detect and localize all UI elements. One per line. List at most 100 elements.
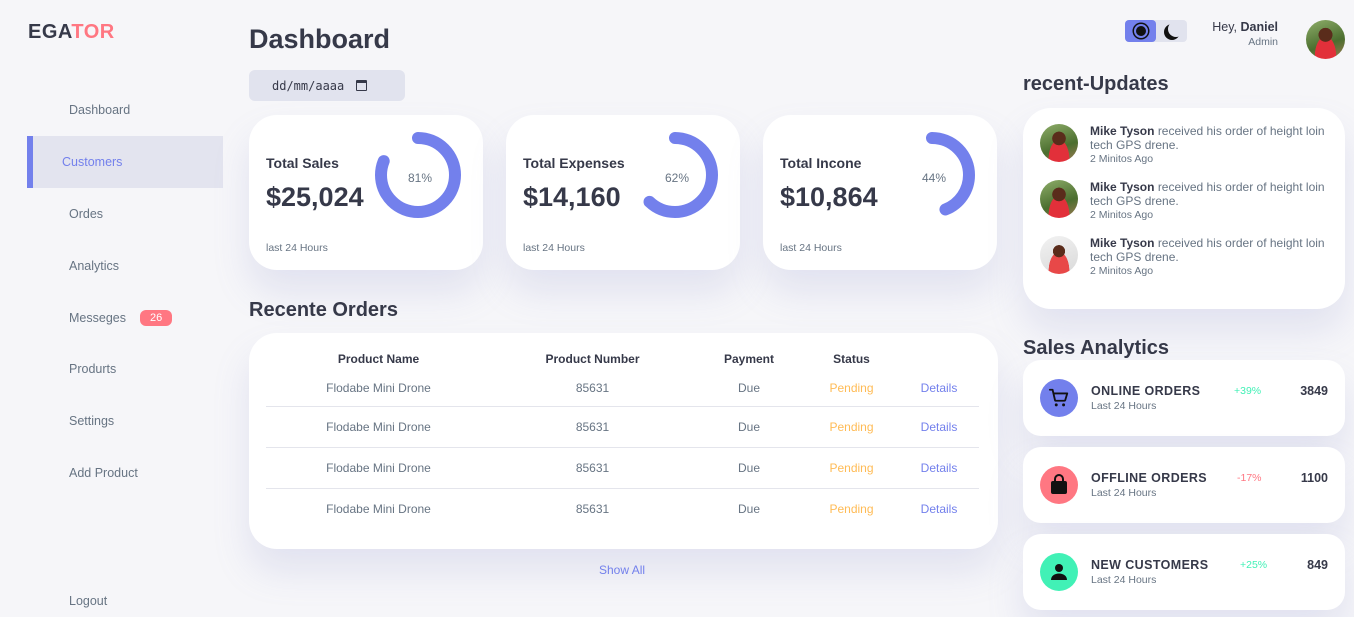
cell-payment: Due: [694, 406, 804, 448]
cell-product-number: 85631: [575, 501, 610, 516]
sidebar-item-label: Logout: [69, 594, 108, 608]
greeting-text: Hey,: [1212, 20, 1237, 34]
cell-product-number: 85631: [491, 447, 694, 489]
recent-orders-table-card: Product Name Product Number Payment Stat…: [249, 333, 998, 549]
sidebar-item-label: Add Product: [69, 466, 138, 480]
brand-logo: EGATOR: [28, 21, 115, 44]
update-item: Mike Tyson received his order of height …: [1040, 236, 1330, 277]
logo-text-part2: TOR: [71, 21, 115, 43]
analytic-value: 1100: [1300, 471, 1328, 485]
dark-mode-toggle[interactable]: [1156, 20, 1187, 42]
shopping-bag-icon: [1051, 474, 1067, 494]
greeting: Hey, Daniel: [1212, 20, 1278, 34]
analytic-period: Last 24 Hours: [1091, 400, 1157, 412]
recent-updates-card: Mike Tyson received his order of height …: [1023, 108, 1345, 309]
user-role: Admin: [1248, 36, 1278, 48]
calendar-icon[interactable]: [356, 80, 368, 91]
sidebar-item-settings[interactable]: Settings: [27, 395, 223, 447]
cell-payment: Due: [694, 371, 804, 407]
sidebar-item-label: Dashboard: [69, 103, 131, 117]
details-link[interactable]: Details: [899, 488, 979, 529]
sidebar-item-dashboard[interactable]: Dashboard: [27, 84, 223, 136]
card-period: last 24 Hours: [266, 242, 328, 254]
table-header-row: Product Name Product Number Payment Stat…: [266, 347, 979, 371]
sidebar-item-add-product[interactable]: Add Product: [27, 447, 223, 499]
online-orders-card: ONLINE ORDERS Last 24 Hours +39% 3849: [1023, 360, 1345, 436]
table-row: Flodabe Mini Drone 85631 Due Pending Det…: [266, 371, 979, 407]
card-title: Total Incone: [780, 155, 862, 171]
card-period: last 24 Hours: [780, 242, 842, 254]
cell-status: Pending: [804, 447, 899, 489]
profile-avatar[interactable]: [1306, 20, 1345, 59]
cell-status: Pending: [804, 371, 899, 407]
date-placeholder: dd/mm/aaaa: [272, 78, 345, 93]
analytic-change: -17%: [1237, 472, 1262, 484]
update-time: 2 Minitos Ago: [1090, 153, 1154, 165]
table-row: Flodabe Mini Drone 85631 Due Pending Det…: [266, 488, 979, 529]
orders-table: Product Name Product Number Payment Stat…: [266, 347, 979, 529]
sun-icon: [1135, 26, 1146, 36]
sidebar-item-label: Analytics: [69, 259, 120, 273]
column-header-payment: Payment: [723, 352, 775, 366]
column-header-product-number: Product Number: [545, 352, 640, 366]
new-customers-card: NEW CUSTOMERS Last 24 Hours +25% 849: [1023, 534, 1345, 610]
sidebar-item-label: Produrts: [69, 362, 117, 376]
sidebar-item-customers[interactable]: Customers: [27, 136, 223, 188]
update-time: 2 Minitos Ago: [1090, 209, 1154, 221]
date-input[interactable]: dd/mm/aaaa: [249, 70, 405, 101]
update-avatar: [1040, 236, 1078, 274]
sidebar-item-messages[interactable]: Messeges 26: [27, 292, 223, 344]
person-icon: [1051, 564, 1067, 580]
table-row: Flodabe Mini Drone 85631 Due Pending Det…: [266, 447, 979, 489]
card-amount: $14,160: [523, 182, 621, 212]
total-expenses-card: Total Expenses $14,160 62% last 24 Hours: [506, 115, 740, 270]
card-percent: 81%: [408, 171, 433, 185]
light-mode-toggle[interactable]: [1125, 20, 1156, 42]
shopping-bag-icon-circle: [1040, 466, 1078, 504]
update-item: Mike Tyson received his order of height …: [1040, 180, 1330, 221]
details-link[interactable]: Details: [899, 447, 979, 489]
cell-product-name: Flodabe Mini Drone: [266, 447, 491, 489]
cell-product-name: Flodabe Mini Drone: [326, 501, 431, 516]
update-text: Mike Tyson received his order of height …: [1090, 180, 1330, 208]
update-item: Mike Tyson received his order of height …: [1040, 124, 1330, 165]
sidebar-item-logout[interactable]: Logout: [27, 575, 223, 617]
sidebar-item-label: Ordes: [69, 207, 104, 221]
cell-payment: Due: [694, 447, 804, 489]
card-period: last 24 Hours: [523, 242, 585, 254]
update-time: 2 Minitos Ago: [1090, 265, 1154, 277]
card-title: Total Sales: [266, 155, 339, 171]
card-amount: $25,024: [266, 182, 364, 212]
cell-product-name: Flodabe Mini Drone: [266, 371, 491, 407]
update-user-name: Mike Tyson: [1090, 124, 1155, 138]
analytic-title: NEW CUSTOMERS: [1091, 558, 1209, 572]
sidebar-item-orders[interactable]: Ordes: [27, 188, 223, 240]
message-count-badge: 26: [139, 310, 173, 326]
theme-toggle[interactable]: [1125, 20, 1187, 42]
analytic-change: +25%: [1240, 559, 1268, 571]
details-link[interactable]: Details: [899, 406, 979, 448]
sidebar-item-products[interactable]: Produrts: [27, 343, 223, 395]
column-header-status: Status: [833, 352, 870, 366]
cart-icon-circle: [1040, 379, 1078, 417]
column-header-product-name: Product Name: [337, 352, 420, 366]
recent-orders-title: Recente Orders: [249, 299, 398, 321]
sidebar-item-label: Customers: [62, 155, 123, 169]
sidebar-item-label: Messeges: [69, 311, 126, 325]
user-name: Daniel: [1240, 20, 1278, 34]
card-percent: 44%: [922, 171, 947, 185]
table-row: Flodabe Mini Drone 85631 Due Pending Det…: [266, 406, 979, 448]
sales-analytics-title: Sales Analytics: [1023, 337, 1170, 359]
sidebar-item-analytics[interactable]: Analytics: [27, 240, 223, 292]
show-all-link[interactable]: Show All: [599, 563, 645, 577]
update-text: Mike Tyson received his order of height …: [1090, 236, 1330, 264]
details-link[interactable]: Details: [899, 371, 979, 407]
cell-status: Pending: [829, 501, 874, 516]
analytic-change: +39%: [1234, 385, 1262, 397]
update-user-name: Mike Tyson: [1090, 236, 1155, 250]
update-user-name: Mike Tyson: [1090, 180, 1155, 194]
analytic-period: Last 24 Hours: [1091, 574, 1157, 586]
column-header-actions: [899, 347, 979, 371]
card-percent: 62%: [665, 171, 690, 185]
analytic-value: 849: [1307, 558, 1328, 572]
